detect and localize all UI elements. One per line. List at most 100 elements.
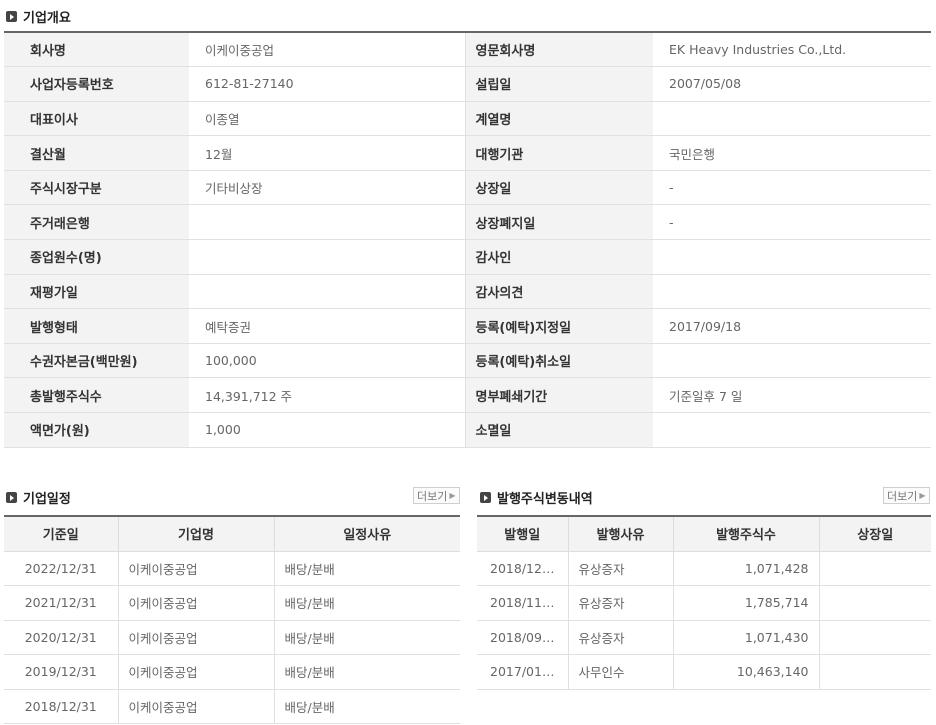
- table-row[interactable]: 2017/01… 사무인수 10,463,140: [477, 654, 931, 690]
- table-cell: [819, 585, 931, 621]
- overview-row: 주식시장구분 기타비상장 상장일 -: [4, 170, 931, 206]
- table-cell: 2019/12/31: [4, 654, 119, 690]
- overview-title: 기업개요: [23, 11, 71, 26]
- table-cell: 1,785,714: [673, 585, 820, 621]
- schedule-more-button[interactable]: 더보기 ▶: [413, 487, 460, 504]
- issues-more-button[interactable]: 더보기 ▶: [883, 487, 930, 504]
- field-label: 소멸일: [464, 412, 653, 448]
- field-value: 기준일후 7 일: [653, 377, 931, 414]
- column-header: 발행사유: [568, 516, 674, 552]
- field-label: 대표이사: [4, 101, 189, 137]
- table-cell: 배당/분배: [274, 620, 460, 655]
- overview-row: 재평가일 감사의견: [4, 274, 931, 310]
- field-value: [189, 274, 465, 310]
- field-label: 계열명: [464, 101, 653, 137]
- table-cell: 유상증자: [568, 551, 674, 586]
- field-label: 감사의견: [464, 274, 653, 310]
- table-cell: 이케이중공업: [118, 689, 275, 724]
- overview-row: 수권자본금(백만원) 100,000 등록(예탁)취소일: [4, 343, 931, 379]
- overview-row: 액면가(원) 1,000 소멸일: [4, 412, 931, 448]
- chevron-right-icon: ▶: [919, 491, 926, 500]
- section-bullet-icon: [480, 492, 491, 503]
- field-label: 총발행주식수: [4, 377, 189, 414]
- table-cell: 배당/분배: [274, 654, 460, 690]
- field-label: 주식시장구분: [4, 170, 189, 206]
- table-cell: 2017/01…: [477, 654, 569, 690]
- overview-row: 주거래은행 상장폐지일 -: [4, 204, 931, 241]
- overview-section-title: 기업개요: [6, 7, 71, 26]
- schedule-table: 기준일 기업명 일정사유 2022/12/31 이케이중공업 배당/분배 2021/12/…: [4, 515, 460, 724]
- field-label: 상장폐지일: [464, 204, 653, 241]
- table-row[interactable]: 2018/12… 유상증자 1,071,428: [477, 551, 931, 586]
- table-cell: 배당/분배: [274, 585, 460, 621]
- table-cell: 배당/분배: [274, 689, 460, 724]
- overview-row: 종업원수(명) 감사인: [4, 239, 931, 275]
- field-value: 12월: [189, 135, 465, 171]
- table-row[interactable]: 2022/12/31 이케이중공업 배당/분배: [4, 551, 460, 586]
- schedule-title: 기업일정: [23, 492, 71, 507]
- overview-row: 대표이사 이종열 계열명: [4, 101, 931, 137]
- field-value: [653, 101, 931, 137]
- field-value: 14,391,712 주: [189, 377, 465, 414]
- field-label: 영문회사명: [464, 32, 653, 68]
- table-cell: 10,463,140: [673, 654, 820, 690]
- field-value: 국민은행: [653, 135, 931, 171]
- field-value: 2007/05/08: [653, 66, 931, 102]
- field-label: 수권자본금(백만원): [4, 343, 189, 379]
- overview-row: 총발행주식수 14,391,712 주 명부폐쇄기간 기준일후 7 일: [4, 377, 931, 414]
- table-cell: 1,071,428: [673, 551, 820, 586]
- field-value: 100,000: [189, 343, 465, 379]
- section-bullet-icon: [6, 492, 17, 503]
- field-label: 재평가일: [4, 274, 189, 310]
- field-label: 명부폐쇄기간: [464, 377, 653, 414]
- field-value: [653, 412, 931, 448]
- table-row[interactable]: 2021/12/31 이케이중공업 배당/분배: [4, 585, 460, 621]
- field-label: 감사인: [464, 239, 653, 275]
- field-label: 등록(예탁)취소일: [464, 343, 653, 379]
- issues-section-title: 발행주식변동내역: [480, 488, 593, 507]
- table-cell: 2018/09…: [477, 620, 569, 655]
- field-value: [189, 239, 465, 275]
- table-cell: 유상증자: [568, 620, 674, 655]
- issues-title: 발행주식변동내역: [497, 492, 593, 507]
- table-cell: 1,071,430: [673, 620, 820, 655]
- table-row[interactable]: 2018/09… 유상증자 1,071,430: [477, 620, 931, 655]
- column-header: 기업명: [118, 516, 275, 552]
- field-value: 예탁증권: [189, 308, 465, 344]
- table-row[interactable]: 2018/12/31 이케이중공업 배당/분배: [4, 689, 460, 724]
- field-label: 액면가(원): [4, 412, 189, 448]
- field-value: EK Heavy Industries Co.,Ltd.: [653, 32, 931, 68]
- table-cell: 2018/12…: [477, 551, 569, 586]
- overview-row: 회사명 이케이중공업 영문회사명 EK Heavy Industries Co.,Lt…: [4, 32, 931, 68]
- column-header: 발행일: [477, 516, 569, 552]
- table-row[interactable]: 2020/12/31 이케이중공업 배당/분배: [4, 620, 460, 655]
- table-cell: 이케이중공업: [118, 551, 275, 586]
- chevron-right-icon: ▶: [449, 491, 456, 500]
- field-label: 설립일: [464, 66, 653, 102]
- field-value: [653, 274, 931, 310]
- field-label: 종업원수(명): [4, 239, 189, 275]
- table-cell: 2021/12/31: [4, 585, 119, 621]
- section-bullet-icon: [6, 11, 17, 22]
- field-label: 회사명: [4, 32, 189, 68]
- field-label: 상장일: [464, 170, 653, 206]
- column-header: 일정사유: [274, 516, 460, 552]
- overview-row: 사업자등록번호 612-81-27140 설립일 2007/05/08: [4, 66, 931, 102]
- table-row[interactable]: 2018/11… 유상증자 1,785,714: [477, 585, 931, 621]
- table-row[interactable]: 2019/12/31 이케이중공업 배당/분배: [4, 654, 460, 690]
- table-cell: 이케이중공업: [118, 654, 275, 690]
- field-value: 기타비상장: [189, 170, 465, 206]
- field-value: [653, 239, 931, 275]
- field-label: 대행기관: [464, 135, 653, 171]
- field-label: 발행형태: [4, 308, 189, 344]
- table-cell: 이케이중공업: [118, 620, 275, 655]
- field-value: [189, 204, 465, 241]
- table-cell: 2020/12/31: [4, 620, 119, 655]
- field-value: 612-81-27140: [189, 66, 465, 102]
- table-cell: 사무인수: [568, 654, 674, 690]
- table-cell: 2018/11…: [477, 585, 569, 621]
- field-value: -: [653, 170, 931, 206]
- overview-row: 발행형태 예탁증권 등록(예탁)지정일 2017/09/18: [4, 308, 931, 344]
- table-cell: [819, 620, 931, 655]
- schedule-section-title: 기업일정: [6, 488, 71, 507]
